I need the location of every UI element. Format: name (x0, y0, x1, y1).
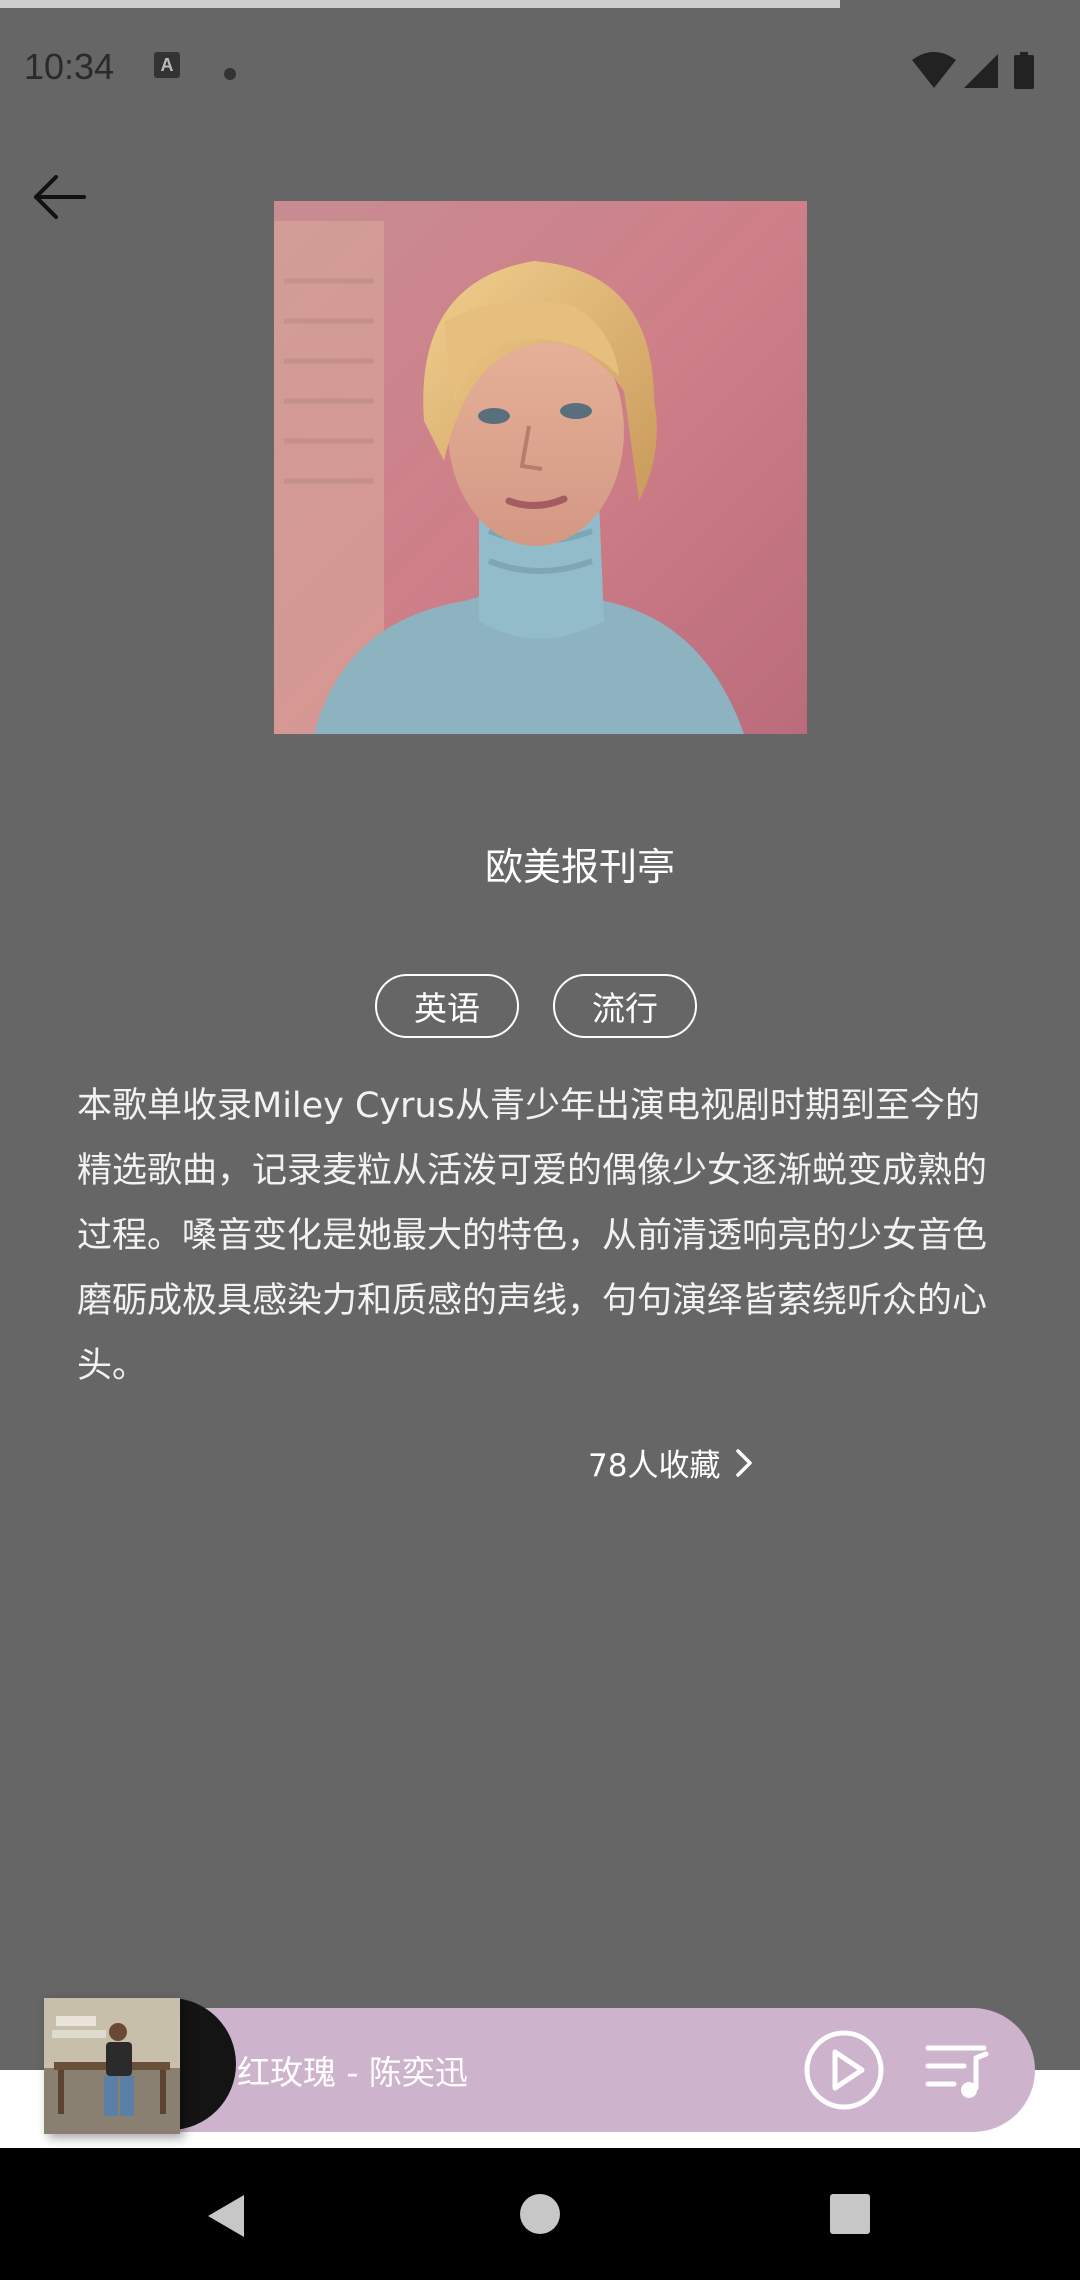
collect-count-link[interactable]: 78人收藏 (588, 1440, 754, 1485)
album-art (44, 1998, 180, 2134)
nav-back-icon[interactable] (204, 2193, 250, 2239)
playlist-icon (925, 2045, 989, 2098)
status-icons (912, 52, 1034, 89)
wifi-icon (912, 52, 956, 88)
tag-list: 英语 流行 (375, 974, 697, 1038)
chevron-right-icon (736, 1448, 753, 1477)
playlist-title: 欧美报刊亭 (484, 845, 675, 889)
input-method-icon: A (154, 52, 180, 78)
back-button[interactable] (28, 165, 92, 229)
arrow-left-icon (34, 175, 86, 219)
tag-english[interactable]: 英语 (375, 974, 519, 1038)
battery-icon (1014, 52, 1034, 89)
status-time: 10:34 (24, 46, 115, 87)
tag-pop[interactable]: 流行 (553, 974, 697, 1038)
nav-recents-icon[interactable] (830, 2194, 870, 2234)
now-playing-artwork[interactable] (44, 1998, 236, 2134)
playlist-description: 本歌单收录Miley Cyrus从青少年出演电视剧时期到至今的精选歌曲，记录麦粒… (77, 1086, 988, 1386)
now-playing-song[interactable]: 红玫瑰 - 陈奕迅 (237, 2046, 468, 2094)
playlist-queue-button[interactable] (924, 2040, 990, 2102)
play-button[interactable] (802, 2028, 886, 2112)
collect-count-label: 78人收藏 (588, 1448, 721, 1484)
playlist-cover (274, 201, 807, 734)
play-circle-icon (804, 2030, 884, 2110)
top-progress-strip (0, 0, 840, 8)
status-bar: 10:34 A (0, 8, 1080, 128)
nav-home-icon[interactable] (520, 2194, 560, 2234)
notification-dot-icon (224, 68, 236, 80)
signal-icon (964, 54, 998, 88)
